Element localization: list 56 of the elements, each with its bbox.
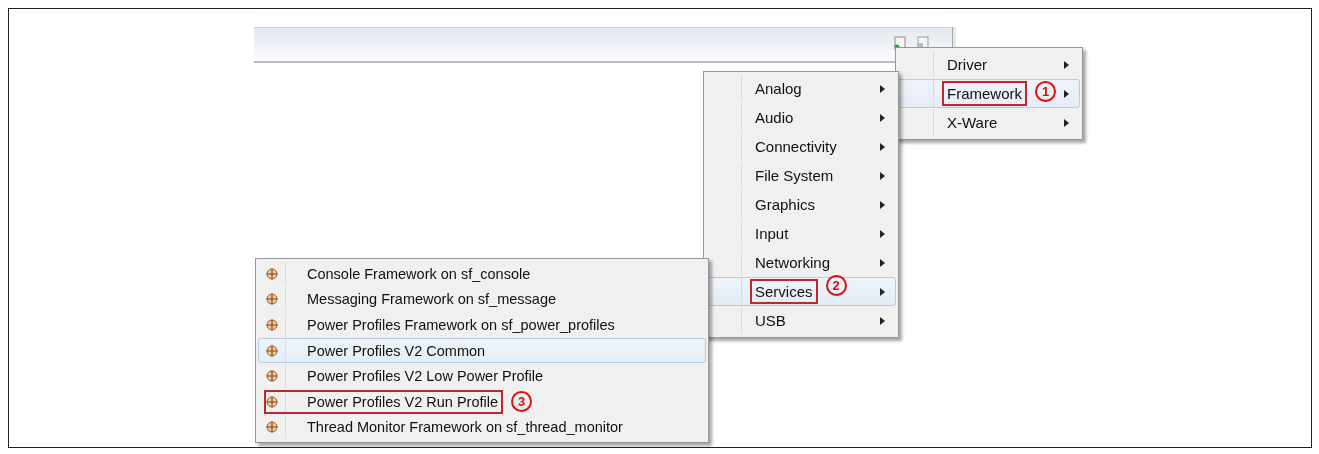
menu-item[interactable]: Messaging Framework on sf_message xyxy=(258,286,706,313)
component-icon xyxy=(266,344,278,357)
menu-label: Connectivity xyxy=(754,137,838,157)
submenu-arrow-icon xyxy=(880,171,885,180)
menu-label: Power Profiles V2 Low Power Profile xyxy=(306,367,545,387)
component-icon xyxy=(266,395,278,408)
submenu-arrow-icon xyxy=(880,316,885,325)
submenu-arrow-icon xyxy=(880,287,885,296)
submenu-arrow-icon xyxy=(1064,60,1069,69)
callout-number: 2 xyxy=(825,275,847,296)
menu-item[interactable]: File System xyxy=(706,161,896,190)
menu-label: Input xyxy=(754,224,790,244)
menu-label: Networking xyxy=(754,253,832,273)
menu-label: Console Framework on sf_console xyxy=(306,264,532,284)
menu-label: Thread Monitor Framework on sf_thread_monitor xyxy=(306,418,624,438)
submenu-arrow-icon xyxy=(1064,89,1069,98)
component-icon xyxy=(266,293,278,306)
menu-item[interactable]: Power Profiles V2 Common xyxy=(258,337,706,364)
menu-item[interactable]: Input xyxy=(706,219,896,248)
submenu-arrow-icon xyxy=(880,229,885,238)
menu-item[interactable]: Power Profiles V2 Low Power Profile xyxy=(258,363,706,389)
menu-label: File System xyxy=(754,166,835,186)
component-icon xyxy=(266,267,278,280)
menu-item[interactable]: Power Profiles V2 Run Profile 3 xyxy=(258,388,706,415)
menu-item[interactable]: Thread Monitor Framework on sf_thread_monitor xyxy=(258,414,706,441)
submenu-arrow-icon xyxy=(880,200,885,209)
submenu-arrow-icon xyxy=(880,258,885,267)
menu-item[interactable]: Connectivity xyxy=(706,132,896,161)
submenu-arrow-icon xyxy=(1064,118,1069,127)
menu-label: Power Profiles V2 Run Profile xyxy=(264,389,503,414)
menu-label: Power Profiles V2 Common xyxy=(306,341,487,361)
callout-number: 3 xyxy=(511,391,532,413)
menu-item[interactable]: Audio xyxy=(706,103,896,132)
menu-label: Graphics xyxy=(754,195,817,215)
menu-label: X-Ware xyxy=(946,113,999,133)
callout-number: 1 xyxy=(1035,81,1056,102)
submenu-arrow-icon xyxy=(880,113,885,122)
menu-label: Audio xyxy=(754,108,795,128)
menu-label: Analog xyxy=(754,79,803,99)
menu-label: Services xyxy=(750,279,818,304)
menu-label: Driver xyxy=(946,55,988,75)
menu-label: USB xyxy=(754,311,787,331)
menu-item[interactable]: Framework 1 xyxy=(898,79,1080,108)
menu-item[interactable]: Console Framework on sf_console xyxy=(258,261,706,287)
menu-item[interactable]: Power Profiles Framework on sf_power_profiles xyxy=(258,312,706,338)
menu-label: Power Profiles Framework on sf_power_profiles xyxy=(306,316,616,335)
component-icon xyxy=(266,319,278,331)
menu-item[interactable]: Analog xyxy=(706,74,896,103)
component-icon xyxy=(266,370,278,383)
submenu-arrow-icon xyxy=(880,84,885,93)
menu-label: Messaging Framework on sf_message xyxy=(306,290,558,310)
submenu-arrow-icon xyxy=(880,142,885,151)
menu-item[interactable]: Services 2 xyxy=(706,277,896,306)
menu-label: Framework xyxy=(942,81,1027,106)
menu-item[interactable]: Graphics xyxy=(706,190,896,219)
component-icon xyxy=(266,421,278,434)
